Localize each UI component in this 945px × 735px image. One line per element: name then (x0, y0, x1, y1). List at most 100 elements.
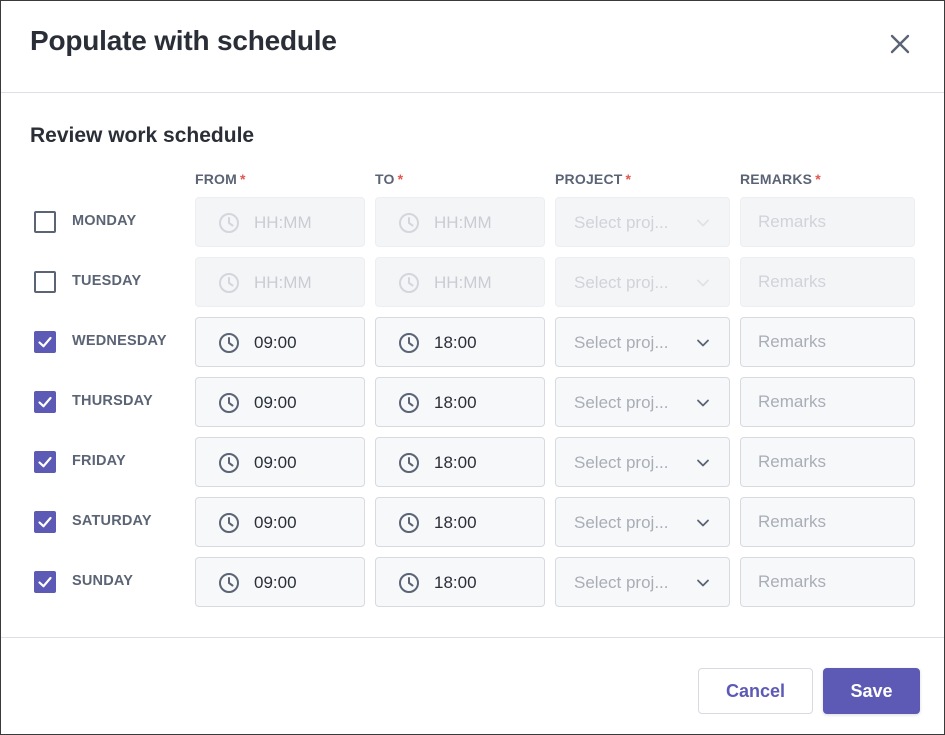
to-time-value: 18:00 (434, 393, 477, 412)
day-label: THURSDAY (72, 393, 153, 409)
from-time-field[interactable]: 09:00 (195, 317, 365, 367)
day-checkbox[interactable] (34, 511, 56, 533)
clock-icon (219, 393, 239, 413)
chevron-down-icon (697, 519, 709, 527)
clock-icon (399, 513, 419, 533)
to-time-value: HH:MM (434, 213, 492, 232)
from-time-field[interactable]: HH:MM (195, 197, 365, 247)
from-time-value: 09:00 (254, 453, 297, 472)
project-select[interactable]: Select proj... (555, 557, 730, 607)
check-icon (38, 456, 52, 468)
day-checkbox[interactable] (34, 331, 56, 353)
remarks-field[interactable] (740, 197, 915, 247)
project-select-placeholder: Select proj... (574, 273, 669, 292)
project-select[interactable]: Select proj... (555, 437, 730, 487)
clock-icon (399, 273, 419, 293)
day-checkbox[interactable] (34, 271, 56, 293)
schedule-row-sunday: SUNDAY 09:00 18:00 Select proj... (1, 557, 944, 607)
project-select-placeholder: Select proj... (574, 393, 669, 412)
remarks-field[interactable] (740, 317, 915, 367)
remarks-input[interactable] (741, 498, 914, 546)
schedule-dialog: Populate with schedule Review work sched… (0, 0, 945, 735)
check-icon (38, 336, 52, 348)
clock-icon (219, 273, 239, 293)
remarks-input[interactable] (741, 318, 914, 366)
column-header-remarks-label: REMARKS (740, 171, 813, 187)
from-time-field[interactable]: 09:00 (195, 557, 365, 607)
to-time-value: 18:00 (434, 453, 477, 472)
remarks-field[interactable] (740, 377, 915, 427)
to-time-field[interactable]: 18:00 (375, 497, 545, 547)
schedule-row-wednesday: WEDNESDAY 09:00 18:00 Select proj... (1, 317, 944, 367)
remarks-input[interactable] (741, 258, 914, 306)
column-header-project-label: PROJECT (555, 171, 623, 187)
required-mark: * (815, 171, 821, 187)
from-time-value: HH:MM (254, 213, 312, 232)
from-time-value: 09:00 (254, 513, 297, 532)
day-checkbox[interactable] (34, 391, 56, 413)
project-select-placeholder: Select proj... (574, 453, 669, 472)
schedule-row-monday: MONDAY HH:MM HH:MM Select proj... (1, 197, 944, 247)
schedule-row-thursday: THURSDAY 09:00 18:00 Select proj... (1, 377, 944, 427)
to-time-field[interactable]: 18:00 (375, 377, 545, 427)
project-select[interactable]: Select proj... (555, 497, 730, 547)
close-button[interactable] (885, 29, 915, 59)
remarks-field[interactable] (740, 437, 915, 487)
remarks-input[interactable] (741, 558, 914, 606)
to-time-field[interactable]: HH:MM (375, 197, 545, 247)
chevron-down-icon (697, 339, 709, 347)
project-select[interactable]: Select proj... (555, 317, 730, 367)
from-time-field[interactable]: HH:MM (195, 257, 365, 307)
clock-icon (399, 453, 419, 473)
from-time-value: 09:00 (254, 333, 297, 352)
day-checkbox[interactable] (34, 571, 56, 593)
to-time-field[interactable]: HH:MM (375, 257, 545, 307)
project-select-placeholder: Select proj... (574, 573, 669, 592)
from-time-field[interactable]: 09:00 (195, 437, 365, 487)
check-icon (38, 576, 52, 588)
clock-icon (219, 573, 239, 593)
from-time-value: 09:00 (254, 393, 297, 412)
day-checkbox[interactable] (34, 211, 56, 233)
to-time-value: 18:00 (434, 333, 477, 352)
clock-icon (399, 213, 419, 233)
clock-icon (399, 333, 419, 353)
project-select[interactable]: Select proj... (555, 377, 730, 427)
remarks-input[interactable] (741, 198, 914, 246)
day-label: FRIDAY (72, 453, 126, 469)
column-header-from: FROM * (195, 171, 246, 187)
to-time-field[interactable]: 18:00 (375, 317, 545, 367)
remarks-input[interactable] (741, 438, 914, 486)
cancel-button[interactable]: Cancel (698, 668, 813, 714)
from-time-value: HH:MM (254, 273, 312, 292)
column-header-to-label: TO (375, 171, 395, 187)
remarks-field[interactable] (740, 257, 915, 307)
project-select-placeholder: Select proj... (574, 333, 669, 352)
required-mark: * (240, 171, 246, 187)
check-icon (38, 516, 52, 528)
from-time-field[interactable]: 09:00 (195, 377, 365, 427)
from-time-field[interactable]: 09:00 (195, 497, 365, 547)
clock-icon (399, 393, 419, 413)
column-header-to: TO * (375, 171, 403, 187)
clock-icon (219, 213, 239, 233)
to-time-field[interactable]: 18:00 (375, 557, 545, 607)
save-button[interactable]: Save (823, 668, 920, 714)
project-select[interactable]: Select proj... (555, 197, 730, 247)
to-time-value: 18:00 (434, 573, 477, 592)
chevron-down-icon (697, 579, 709, 587)
day-label: MONDAY (72, 213, 137, 229)
column-header-from-label: FROM (195, 171, 238, 187)
remarks-field[interactable] (740, 557, 915, 607)
remarks-field[interactable] (740, 497, 915, 547)
remarks-input[interactable] (741, 378, 914, 426)
project-select[interactable]: Select proj... (555, 257, 730, 307)
to-time-field[interactable]: 18:00 (375, 437, 545, 487)
day-checkbox[interactable] (34, 451, 56, 473)
chevron-down-icon (697, 459, 709, 467)
schedule-row-saturday: SATURDAY 09:00 18:00 Select proj... (1, 497, 944, 547)
day-label: WEDNESDAY (72, 333, 167, 349)
project-select-placeholder: Select proj... (574, 513, 669, 532)
from-time-value: 09:00 (254, 573, 297, 592)
clock-icon (219, 333, 239, 353)
